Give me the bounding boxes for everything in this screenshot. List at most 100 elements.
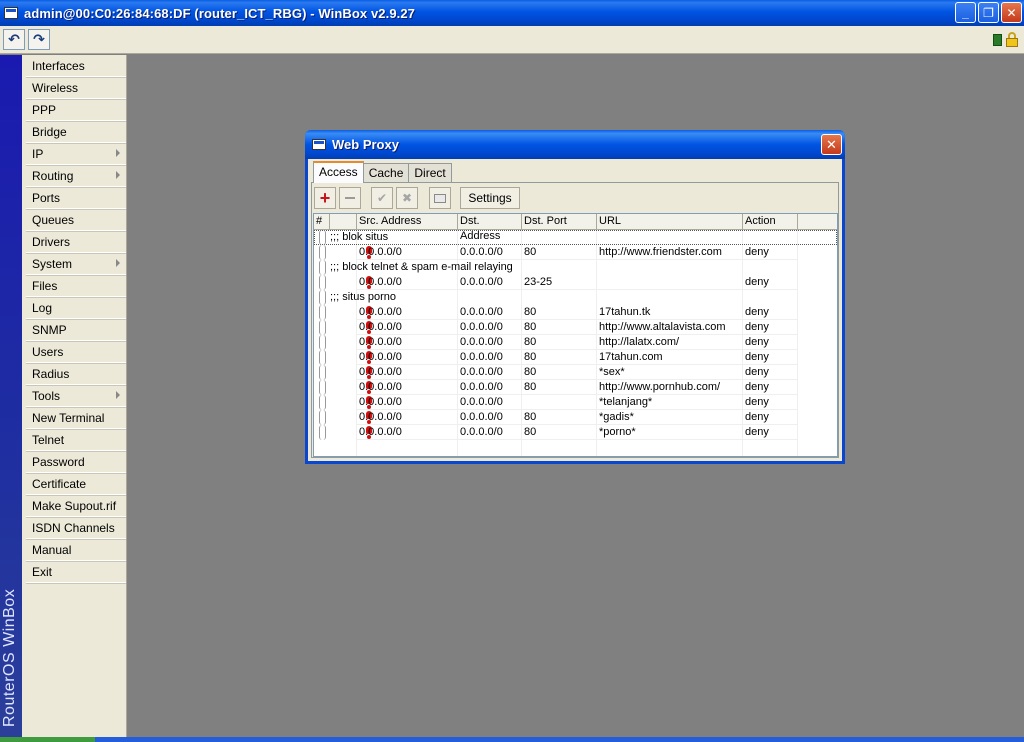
undo-button[interactable]: ↶ — [3, 29, 25, 50]
submenu-arrow-icon — [116, 391, 120, 399]
window-icon — [312, 139, 326, 150]
cell-port: 80 — [522, 365, 597, 380]
cell-port: 80 — [522, 380, 597, 395]
table-row[interactable]: 0.0.0.0/0 0.0.0.0/0 80 http://www.pornhub.c… — [314, 380, 837, 395]
table-row[interactable]: 0.0.0.0/0 0.0.0.0/0 80 17tahun.tk deny — [314, 305, 837, 320]
sidebar-item-ppp[interactable]: PPP — [26, 99, 126, 121]
column-header[interactable]: Src. Address — [357, 214, 458, 230]
web-proxy-title: Web Proxy — [332, 137, 399, 152]
close-button[interactable]: ✕ — [1001, 2, 1022, 23]
sidebar-item-interfaces[interactable]: Interfaces — [26, 55, 126, 77]
sidebar-item-queues[interactable]: Queues — [26, 209, 126, 231]
tab-direct[interactable]: Direct — [408, 163, 452, 183]
sidebar-item-log[interactable]: Log — [26, 297, 126, 319]
tab-bar: Access Cache Direct — [313, 161, 452, 183]
sidebar-item-password[interactable]: Password — [26, 451, 126, 473]
table-row[interactable]: 0.0.0.0/0 0.0.0.0/0 80 http://lalatx.com/de… — [314, 335, 837, 350]
column-header[interactable]: Dst. Port — [522, 214, 597, 230]
sidebar-item-label: Drivers — [32, 235, 70, 249]
sidebar-item-drivers[interactable]: Drivers — [26, 231, 126, 253]
comment-row[interactable]: ;;; blok situs — [314, 230, 837, 245]
sidebar-item-ports[interactable]: Ports — [26, 187, 126, 209]
sidebar-item-routing[interactable]: Routing — [26, 165, 126, 187]
sidebar-item-radius[interactable]: Radius — [26, 363, 126, 385]
table-row[interactable]: 0.0.0.0/0 0.0.0.0/0 80 http://www.altalavis… — [314, 320, 837, 335]
taskbar-strip — [0, 737, 1024, 742]
maximize-button[interactable]: ❐ — [978, 2, 999, 23]
table-row[interactable]: 0.0.0.0/0 0.0.0.0/0 80 *sex* deny — [314, 365, 837, 380]
sidebar-item-label: New Terminal — [32, 411, 105, 425]
web-proxy-titlebar[interactable]: Web Proxy ✕ — [305, 130, 845, 159]
sidebar-item-files[interactable]: Files — [26, 275, 126, 297]
cross-icon: ✖ — [401, 191, 413, 205]
cell-url: 17tahun.com — [597, 350, 743, 365]
table-row[interactable]: 0.0.0.0/0 0.0.0.0/0 *telanjang* deny — [314, 395, 837, 410]
sidebar-item-certificate[interactable]: Certificate — [26, 473, 126, 495]
cell-url: *telanjang* — [597, 395, 743, 410]
comment-row[interactable]: ;;; block telnet & spam e-mail relaying — [314, 260, 837, 275]
window-title: admin@00:C0:26:84:68:DF (router_ICT_RBG)… — [24, 5, 416, 21]
access-rules-table: # Src. Address Dst. Address Dst. Port URL Act… — [313, 213, 838, 457]
tab-cache[interactable]: Cache — [362, 163, 410, 183]
remove-button[interactable] — [339, 187, 361, 209]
sidebar-item-label: Bridge — [32, 125, 67, 139]
table-row[interactable]: 0.0.0.0/0 0.0.0.0/0 80 http://www.friendste… — [314, 245, 837, 260]
cell-port: 80 — [522, 305, 597, 320]
cell-port: 23-25 — [522, 275, 597, 290]
redo-button[interactable]: ↷ — [28, 29, 50, 50]
cell-dst: 0.0.0.0/0 — [458, 425, 522, 440]
sidebar-item-label: Tools — [32, 389, 61, 403]
cell-action: deny — [743, 335, 798, 350]
settings-button[interactable]: Settings — [460, 187, 520, 209]
disable-button[interactable]: ✖ — [396, 187, 418, 209]
web-proxy-close-button[interactable]: ✕ — [821, 134, 842, 155]
sidebar-item-wireless[interactable]: Wireless — [26, 77, 126, 99]
row-bracket-icon — [319, 365, 326, 380]
table-row[interactable]: 0.0.0.0/0 0.0.0.0/0 23-25 deny — [314, 275, 837, 290]
sidebar-item-isdn-channels[interactable]: ISDN Channels — [26, 517, 126, 539]
column-header[interactable]: Dst. Address — [458, 214, 522, 242]
cell-action: deny — [743, 320, 798, 335]
add-button[interactable]: + — [314, 187, 336, 209]
enable-button[interactable]: ✔ — [371, 187, 393, 209]
table-row[interactable]: 0.0.0.0/0 0.0.0.0/0 80 *gadis* deny — [314, 410, 837, 425]
column-header[interactable]: Action — [743, 214, 798, 230]
sidebar-item-bridge[interactable]: Bridge — [26, 121, 126, 143]
sidebar-item-label: IP — [32, 147, 44, 161]
table-row[interactable]: 0.0.0.0/0 0.0.0.0/0 80 *porno* deny — [314, 425, 837, 440]
table-row[interactable]: 0.0.0.0/0 0.0.0.0/0 80 17tahun.com deny — [314, 350, 837, 365]
submenu-arrow-icon — [116, 171, 120, 179]
cell-port: 80 — [522, 320, 597, 335]
sidebar-item-label: Routing — [32, 169, 74, 183]
sidebar-item-manual[interactable]: Manual — [26, 539, 126, 561]
cell-dst: 0.0.0.0/0 — [458, 395, 522, 410]
minimize-button[interactable]: _ — [955, 2, 976, 23]
sidebar-item-tools[interactable]: Tools — [26, 385, 126, 407]
cell-port: 80 — [522, 245, 597, 260]
main-titlebar[interactable]: admin@00:C0:26:84:68:DF (router_ICT_RBG)… — [0, 0, 1024, 26]
cell-url: http://lalatx.com/ — [597, 335, 743, 350]
sidebar-item-users[interactable]: Users — [26, 341, 126, 363]
sidebar-item-snmp[interactable]: SNMP — [26, 319, 126, 341]
comment-button[interactable] — [429, 187, 451, 209]
lock-icon — [1006, 32, 1018, 47]
column-header[interactable]: # — [314, 214, 330, 230]
sidebar-item-label: Files — [32, 279, 58, 293]
row-bracket-icon — [319, 260, 326, 275]
cell-port: 80 — [522, 425, 597, 440]
sidebar-item-make-supout-rif[interactable]: Make Supout.rif — [26, 495, 126, 517]
cell-dst: 0.0.0.0/0 — [458, 275, 522, 290]
cell-action: deny — [743, 365, 798, 380]
sidebar-item-new-terminal[interactable]: New Terminal — [26, 407, 126, 429]
sidebar-item-label: PPP — [32, 103, 57, 117]
undo-icon: ↶ — [8, 31, 20, 47]
sidebar-item-exit[interactable]: Exit — [26, 561, 126, 583]
sidebar-item-ip[interactable]: IP — [26, 143, 126, 165]
sidebar-item-label: Telnet — [32, 433, 65, 447]
sidebar-item-telnet[interactable]: Telnet — [26, 429, 126, 451]
tab-access[interactable]: Access — [313, 161, 364, 183]
comment-row[interactable]: ;;; situs porno — [314, 290, 837, 305]
cell-action: deny — [743, 425, 798, 440]
sidebar-item-system[interactable]: System — [26, 253, 126, 275]
column-header[interactable]: URL — [597, 214, 743, 230]
